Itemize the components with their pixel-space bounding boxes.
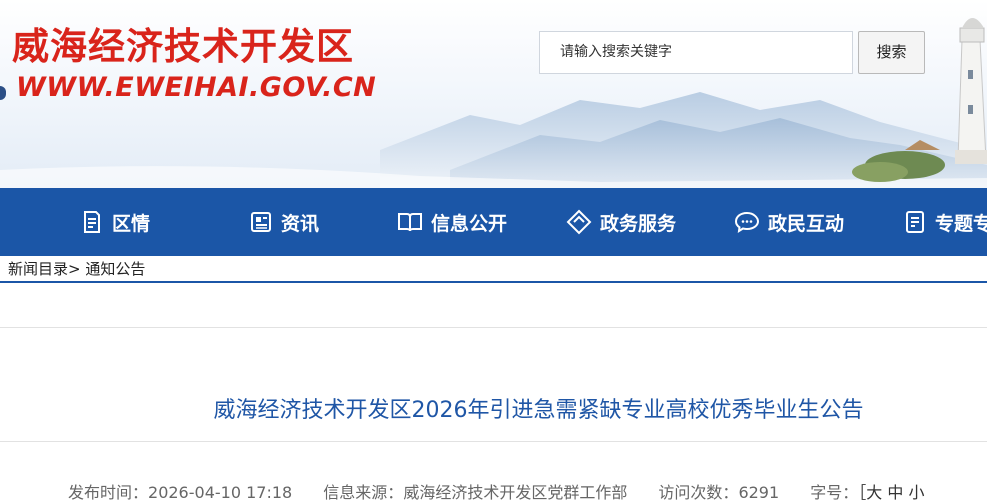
info-source: 信息来源：威海经济技术开发区党群工作部: [323, 483, 627, 502]
article-title: 威海经济技术开发区2026年引进急需紧缺专业高校优秀毕业生公告: [213, 398, 864, 423]
chat-icon: [734, 211, 760, 233]
nav-item-district[interactable]: 区情: [80, 188, 150, 256]
nav-item-news[interactable]: 资讯: [249, 188, 319, 256]
nav-label: 政务服务: [600, 212, 677, 235]
content-divider-bottom: [0, 441, 987, 442]
nav-label: 专题专: [935, 212, 987, 235]
publish-time: 发布时间：2026-04-10 17:18: [68, 483, 292, 502]
book-icon: [398, 213, 422, 232]
search-button[interactable]: 搜索: [858, 31, 925, 74]
lighthouse-image: [955, 18, 987, 164]
site-header: 威海经济技术开发区 WWW.EWEIHAI.GOV.CN 请输入搜索关键字 搜索: [0, 0, 987, 188]
nav-item-info-disclosure[interactable]: 信息公开: [397, 188, 507, 256]
publish-value: 2026-04-10 17:18: [148, 483, 293, 502]
nav-label: 区情: [112, 212, 151, 235]
main-nav: 区情 资讯 信息公开 政务服务 政民互动 专题专: [0, 188, 987, 256]
nav-label: 政民互动: [768, 212, 845, 235]
breadcrumb: 新闻目录> 通知公告: [8, 258, 145, 279]
visits-value: 6291: [738, 483, 780, 502]
fontsize-label: 字号：: [810, 483, 859, 502]
breadcrumb-separator: >: [68, 260, 81, 278]
content-divider-top: [0, 327, 987, 328]
breadcrumb-divider: [0, 281, 987, 283]
topic-icon: [906, 211, 924, 233]
news-icon: [251, 212, 271, 232]
diamond-icon: [566, 209, 592, 235]
source-value: 威海经济技术开发区党群工作部: [403, 483, 628, 502]
nav-label: 信息公开: [431, 212, 508, 235]
font-size-control: 字号：［大 中 小: [810, 483, 924, 502]
breadcrumb-root-link[interactable]: 新闻目录: [8, 260, 68, 278]
site-title[interactable]: 威海经济技术开发区: [12, 16, 354, 70]
site-url[interactable]: WWW.EWEIHAI.GOV.CN: [16, 72, 376, 103]
visit-count: 访问次数：6291: [658, 483, 779, 502]
article-meta: 发布时间：2026-04-10 17:18 信息来源：威海经济技术开发区党群工作…: [68, 479, 950, 503]
nav-label: 资讯: [281, 212, 320, 235]
publish-label: 发布时间：: [68, 483, 149, 502]
visits-label: 访问次数：: [658, 483, 739, 502]
breadcrumb-current-link[interactable]: 通知公告: [85, 260, 145, 278]
source-label: 信息来源：: [323, 483, 404, 502]
document-icon: [84, 211, 100, 233]
nav-item-interaction[interactable]: 政民互动: [734, 188, 844, 256]
search-input[interactable]: 请输入搜索关键字: [539, 31, 853, 74]
nav-item-topics[interactable]: 专题专: [903, 188, 987, 256]
nav-item-gov-services[interactable]: 政务服务: [566, 188, 676, 256]
fontsize-options[interactable]: ［大 中 小: [858, 483, 924, 502]
